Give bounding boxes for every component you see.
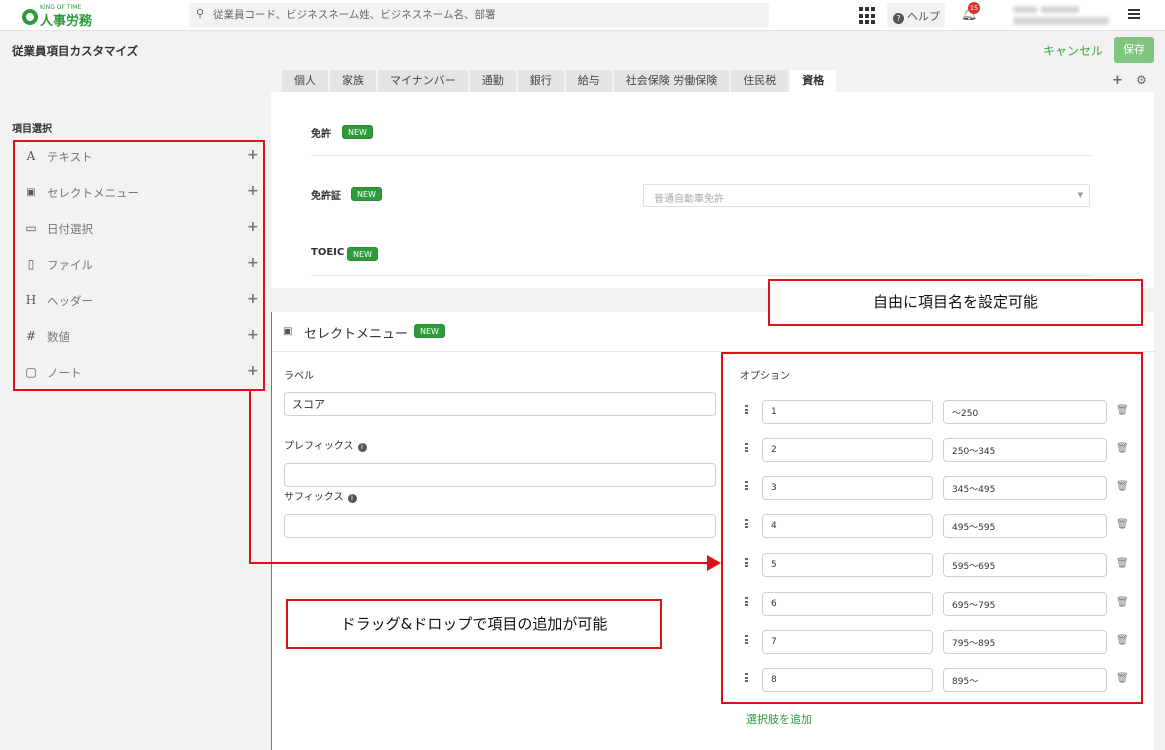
save-button[interactable]: 保存 <box>1114 37 1154 63</box>
app-logo[interactable]: KING OF TIME 人事労務 <box>22 4 122 29</box>
help-icon: ? <box>893 13 904 24</box>
annotation-callout-bottom: ドラッグ&ドロップで項目の追加が可能 <box>286 599 662 649</box>
annotation-box-options <box>721 352 1143 704</box>
prefix-caption: プレフィックス i <box>284 437 367 452</box>
help-label: ヘルプ <box>907 10 940 23</box>
add-tab-plus-icon[interactable]: + <box>1112 73 1123 88</box>
search-bar[interactable]: ⚲ <box>189 3 769 27</box>
new-badge: NEW <box>351 187 382 201</box>
divider <box>311 155 1091 156</box>
field-name: 免許証 <box>311 191 341 202</box>
tab-my-number[interactable]: マイナンバー <box>378 70 468 92</box>
field-name: 免許 <box>311 129 331 140</box>
divider <box>311 275 1091 276</box>
prefix-caption-text: プレフィックス <box>284 441 354 452</box>
tab-bank[interactable]: 銀行 <box>517 70 564 92</box>
tab-personal[interactable]: 個人 <box>282 70 328 92</box>
tab-social-insurance[interactable]: 社会保険 労働保険 <box>613 70 730 92</box>
suffix-caption-text: サフィックス <box>284 492 344 503</box>
select-menu-icon: ▣ <box>283 326 293 337</box>
gear-icon[interactable]: ⚙ <box>1136 73 1147 87</box>
page-title: 従業員項目カスタマイズ <box>12 44 139 58</box>
tab-resident-tax[interactable]: 住民税 <box>731 70 789 92</box>
select-value: 普通自動車免許 <box>654 194 724 205</box>
annotation-arrowhead-icon <box>707 555 721 571</box>
annotation-arrow-line <box>249 562 709 564</box>
cancel-button[interactable]: キャンセル <box>1043 42 1103 59</box>
info-icon[interactable]: i <box>357 443 367 452</box>
tab-family[interactable]: 家族 <box>330 70 376 92</box>
tab-salary[interactable]: 給与 <box>565 70 612 92</box>
tab-qualifications[interactable]: 資格 <box>790 70 837 92</box>
help-button[interactable]: ? ヘルプ <box>887 3 945 27</box>
label-caption: ラベル <box>284 371 314 382</box>
search-input[interactable] <box>213 3 763 27</box>
search-icon: ⚲ <box>196 7 205 20</box>
tab-commute[interactable]: 通勤 <box>469 70 516 92</box>
prefix-input[interactable] <box>284 463 716 487</box>
top-bar: KING OF TIME 人事労務 ⚲ ?ヘルプ 🔔︎ 15 <box>0 0 1165 31</box>
annotation-callout-top: 自由に項目名を設定可能 <box>768 279 1143 326</box>
annotation-arrow-line <box>249 389 251 564</box>
logo-mark-icon <box>22 9 38 25</box>
apps-grid-icon[interactable] <box>859 7 877 25</box>
category-tabs: 個人 家族 マイナンバー 通勤 銀行 給与 社会保険 労働保険 住民税 資格 <box>282 70 838 92</box>
label-input[interactable] <box>284 392 716 416</box>
editor-title: セレクトメニュー <box>304 327 409 342</box>
notification-badge: 15 <box>968 2 980 14</box>
user-info-blurred[interactable] <box>985 4 1110 28</box>
suffix-input[interactable] <box>284 514 716 538</box>
new-badge: NEW <box>342 125 373 139</box>
field-list-panel: 免許 NEW 免許証 NEW 普通自動車免許 ▼ TOEIC NEW <box>271 92 1154 288</box>
field-name: TOEIC <box>311 247 345 258</box>
chevron-down-icon: ▼ <box>1077 191 1083 199</box>
info-icon[interactable]: i <box>347 494 357 503</box>
annotation-box-item-list <box>13 140 265 391</box>
new-badge: NEW <box>347 247 378 261</box>
new-badge: NEW <box>414 324 445 338</box>
add-choice-link[interactable]: 選択肢を追加 <box>746 711 812 727</box>
item-selection-heading: 項目選択 <box>12 124 52 135</box>
suffix-caption: サフィックス i <box>284 488 357 503</box>
logo-text: 人事労務 <box>40 14 93 29</box>
license-select[interactable]: 普通自動車免許 ▼ <box>643 184 1090 207</box>
hamburger-menu-icon[interactable] <box>1128 9 1140 19</box>
